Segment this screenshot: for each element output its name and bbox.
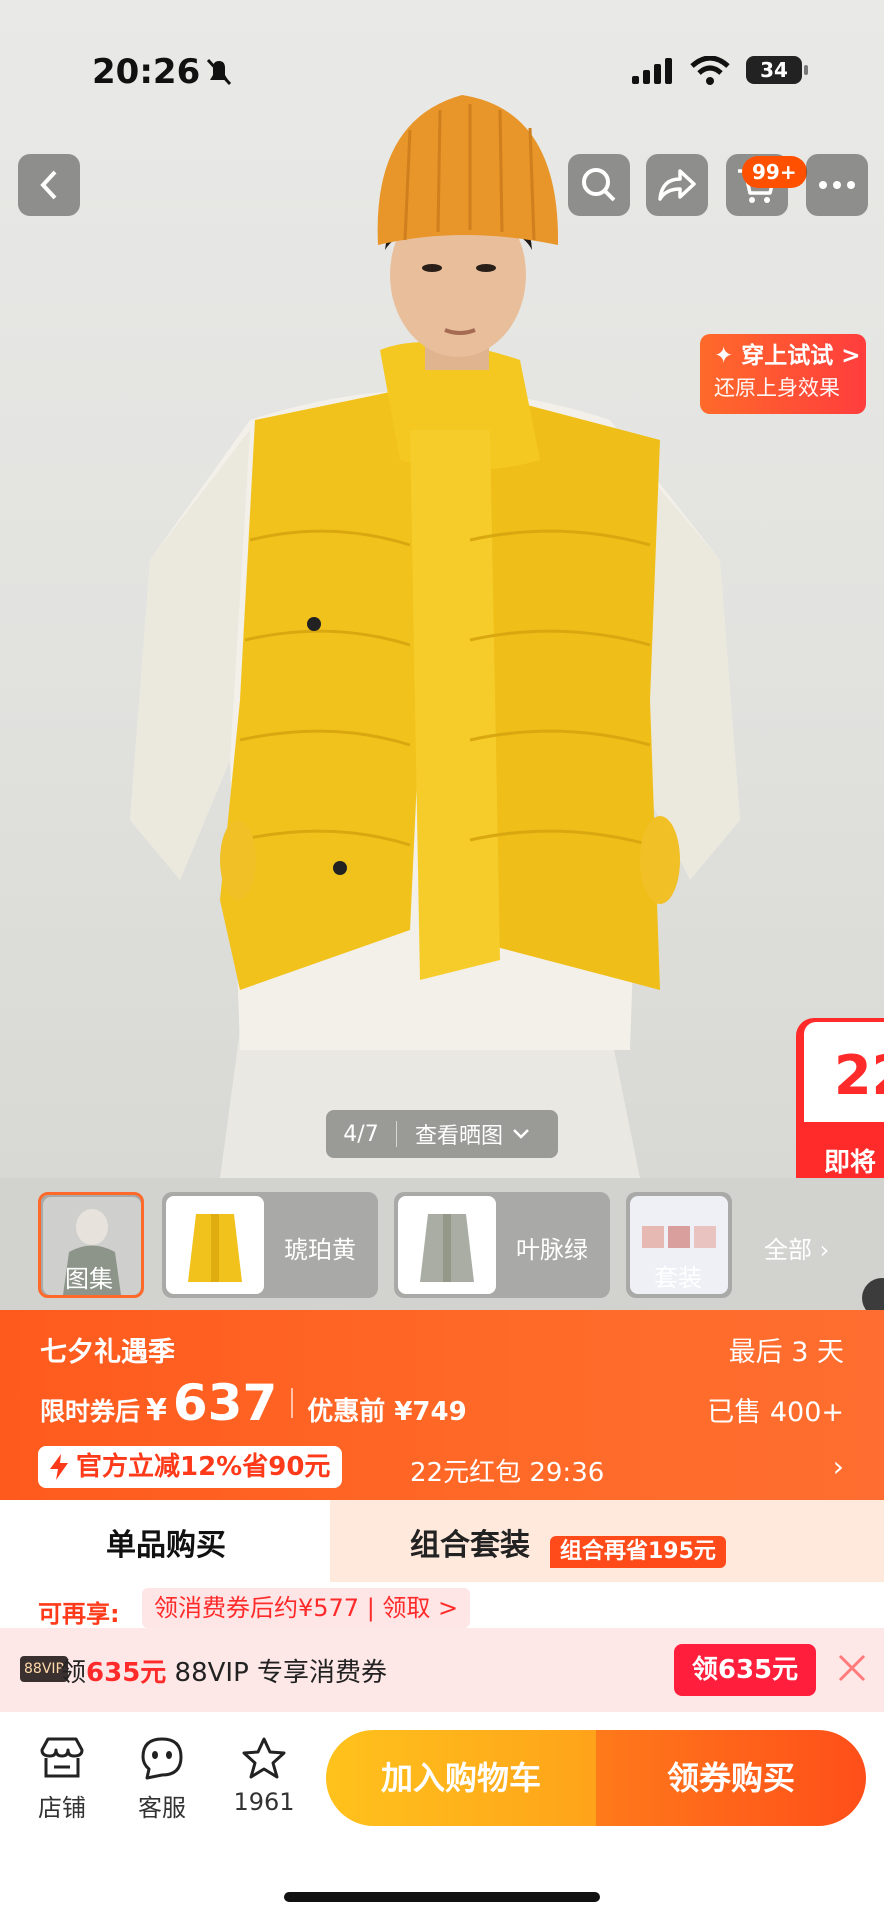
official-discount-badge[interactable]: 官方立减12%省90元 — [38, 1446, 343, 1488]
lightning-icon — [50, 1454, 68, 1480]
claim-vip-coupon-button[interactable]: 领635元 — [674, 1644, 816, 1696]
cart-count-badge: 99+ — [742, 156, 807, 188]
share-icon — [658, 169, 696, 201]
close-icon[interactable] — [834, 1650, 870, 1686]
coupon-price: 637 — [172, 1374, 278, 1432]
thumb-label: 图集 — [65, 1265, 113, 1293]
extra-benefit-row: 可再享: 领消费券后约¥577 | 领取 > — [0, 1582, 884, 1628]
combo-save-badge: 组合再省195元 — [550, 1536, 726, 1568]
currency-symbol: ¥ — [146, 1393, 167, 1428]
try-on-button[interactable]: ✦ 穿上试试 > 还原上身效果 — [700, 334, 866, 414]
price-row: 限时券后 ¥ 637 优惠前 ¥749 — [40, 1374, 467, 1432]
chat-face-icon — [141, 1737, 183, 1780]
thumb-green-image — [398, 1196, 496, 1294]
home-indicator — [284, 1892, 600, 1902]
tab-combo[interactable]: 组合套装 — [410, 1520, 530, 1564]
vip-text-pre: 领 — [60, 1658, 87, 1688]
thumb-set[interactable]: 套装 — [626, 1192, 732, 1298]
signal-icon — [632, 58, 672, 84]
thumb-label: 琥珀黄 — [284, 1236, 356, 1264]
benefit-label: 可再享: — [38, 1600, 120, 1628]
countdown-text: 即将 — [824, 1148, 877, 1178]
vip-amount: 635元 — [86, 1658, 167, 1688]
customer-service-button[interactable]: 客服 — [122, 1736, 202, 1823]
view-photos-link[interactable]: 查看晒图 — [397, 1118, 503, 1150]
vip-text-post: 88VIP 专享消费券 — [166, 1658, 388, 1688]
chevron-left-icon — [40, 170, 57, 200]
status-bar: 20:26 34 — [0, 48, 884, 96]
favorite-count: 1961 — [233, 1788, 295, 1816]
star-icon — [242, 1737, 286, 1779]
countdown-float[interactable]: 22 即将 29 — [796, 1018, 884, 1178]
variant-strip: 图集 琥珀黄 叶脉绿 套装 全部 › — [0, 1178, 884, 1310]
search-button[interactable] — [568, 154, 630, 216]
price-panel: 七夕礼遇季 最后 3 天 限时券后 ¥ 637 优惠前 ¥749 已售 400+… — [0, 1310, 884, 1500]
thumb-gallery[interactable]: 图集 — [38, 1192, 144, 1298]
search-icon — [582, 168, 616, 202]
more-dots-icon — [819, 181, 855, 189]
clock: 20:26 — [92, 52, 201, 92]
consumer-coupon-button[interactable]: 领消费券后约¥577 | 领取 > — [142, 1588, 471, 1628]
divider — [291, 1388, 294, 1418]
wifi-icon — [690, 56, 730, 85]
chevron-down-icon — [513, 1129, 529, 1139]
vip-text: 领635元 88VIP 专享消费券 — [60, 1652, 387, 1689]
product-image[interactable]: 20:26 34 99+ ✦ 穿上试试 > 还原上身效果 4/7 查看晒图 2 … — [0, 0, 884, 1178]
original-price: 优惠前 ¥749 — [307, 1397, 467, 1427]
view-all-link[interactable]: 全部 › — [764, 1230, 829, 1265]
bottom-action-bar: 店铺 客服 1961 加入购物车 领券购买 — [0, 1712, 884, 1920]
chevron-right-icon[interactable]: › — [833, 1450, 844, 1483]
store-label: 店铺 — [38, 1794, 86, 1822]
thumb-amber-image — [166, 1196, 264, 1294]
store-icon — [40, 1737, 84, 1778]
add-to-cart-button[interactable]: 加入购物车 — [326, 1730, 596, 1826]
sold-count: 已售 400+ — [707, 1397, 844, 1428]
service-label: 客服 — [138, 1794, 186, 1822]
silent-bell-icon — [206, 58, 232, 86]
days-left: 最后 3 天 — [728, 1337, 844, 1368]
more-button[interactable] — [806, 154, 868, 216]
discount-text: 官方立减12%省90元 — [76, 1452, 331, 1482]
thumb-leaf-green[interactable]: 叶脉绿 — [394, 1192, 610, 1298]
countdown-number: 22 — [804, 1022, 884, 1122]
vip-banner: 88VIP 领635元 88VIP 专享消费券 领635元 — [0, 1628, 884, 1712]
gallery-counter[interactable]: 4/7 查看晒图 — [326, 1110, 558, 1158]
gallery-page: 4/7 — [343, 1121, 379, 1147]
price-label: 限时券后 — [40, 1397, 141, 1426]
favorite-button[interactable]: 1961 — [224, 1736, 304, 1816]
battery-indicator: 34 — [746, 56, 808, 84]
try-on-subtitle: 还原上身效果 — [714, 376, 840, 400]
thumb-amber-yellow[interactable]: 琥珀黄 — [162, 1192, 378, 1298]
tab-single[interactable]: 单品购买 — [106, 1520, 226, 1564]
back-button[interactable] — [18, 154, 80, 216]
festival-title: 七夕礼遇季 — [40, 1337, 175, 1368]
coupon-buy-button[interactable]: 领券购买 — [596, 1730, 866, 1826]
thumb-label: 套装 — [654, 1264, 702, 1292]
store-button[interactable]: 店铺 — [22, 1736, 102, 1823]
share-button[interactable] — [646, 154, 708, 216]
purchase-tabs: 单品购买 组合套装 组合再省195元 — [0, 1500, 884, 1582]
thumb-label: 叶脉绿 — [516, 1236, 588, 1264]
try-on-title: ✦ 穿上试试 > — [714, 343, 861, 369]
red-packet-timer: 22元红包 29:36 — [410, 1458, 605, 1488]
